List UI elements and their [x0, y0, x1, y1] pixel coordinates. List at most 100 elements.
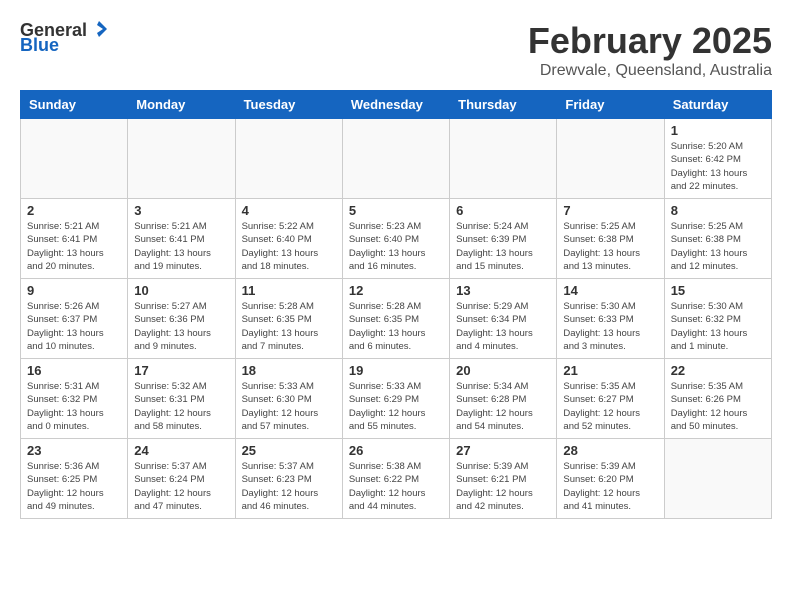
day-number: 10	[134, 283, 228, 298]
day-info: Sunrise: 5:38 AMSunset: 6:22 PMDaylight:…	[349, 460, 443, 513]
calendar-cell: 7 Sunrise: 5:25 AMSunset: 6:38 PMDaylight…	[557, 199, 664, 279]
day-info: Sunrise: 5:25 AMSunset: 6:38 PMDaylight:…	[671, 220, 765, 273]
calendar-cell: 27 Sunrise: 5:39 AMSunset: 6:21 PMDayligh…	[450, 439, 557, 519]
day-number: 22	[671, 363, 765, 378]
calendar-table: SundayMondayTuesdayWednesdayThursdayFrid…	[20, 90, 772, 519]
calendar-title: February 2025	[528, 20, 772, 62]
day-number: 11	[242, 283, 336, 298]
day-number: 20	[456, 363, 550, 378]
calendar-cell: 17 Sunrise: 5:32 AMSunset: 6:31 PMDayligh…	[128, 359, 235, 439]
calendar-cell: 14Sunrise: 5:30 AMSunset: 6:33 PMDayligh…	[557, 279, 664, 359]
day-number: 9	[27, 283, 121, 298]
calendar-cell: 1Sunrise: 5:20 AMSunset: 6:42 PMDaylight…	[664, 119, 771, 199]
day-number: 13	[456, 283, 550, 298]
calendar-cell: 8 Sunrise: 5:25 AMSunset: 6:38 PMDaylight…	[664, 199, 771, 279]
calendar-week-1: 2 Sunrise: 5:21 AMSunset: 6:41 PMDaylight…	[21, 199, 772, 279]
day-info: Sunrise: 5:24 AMSunset: 6:39 PMDaylight:…	[456, 220, 550, 273]
day-info: Sunrise: 5:29 AMSunset: 6:34 PMDaylight:…	[456, 300, 550, 353]
weekday-header-row: SundayMondayTuesdayWednesdayThursdayFrid…	[21, 91, 772, 119]
calendar-cell: 9 Sunrise: 5:26 AMSunset: 6:37 PMDaylight…	[21, 279, 128, 359]
day-number: 1	[671, 123, 765, 138]
weekday-header-saturday: Saturday	[664, 91, 771, 119]
calendar-cell: 10 Sunrise: 5:27 AMSunset: 6:36 PMDayligh…	[128, 279, 235, 359]
day-number: 19	[349, 363, 443, 378]
page-header: General Blue February 2025 Drewvale, Que…	[20, 20, 772, 80]
calendar-cell: 11 Sunrise: 5:28 AMSunset: 6:35 PMDayligh…	[235, 279, 342, 359]
logo-blue-text: Blue	[20, 35, 59, 56]
day-info: Sunrise: 5:39 AMSunset: 6:21 PMDaylight:…	[456, 460, 550, 513]
day-info: Sunrise: 5:21 AMSunset: 6:41 PMDaylight:…	[134, 220, 228, 273]
day-info: Sunrise: 5:30 AMSunset: 6:32 PMDaylight:…	[671, 300, 765, 353]
calendar-cell: 21 Sunrise: 5:35 AMSunset: 6:27 PMDayligh…	[557, 359, 664, 439]
day-info: Sunrise: 5:35 AMSunset: 6:27 PMDaylight:…	[563, 380, 657, 433]
day-number: 7	[563, 203, 657, 218]
weekday-header-thursday: Thursday	[450, 91, 557, 119]
calendar-cell: 18 Sunrise: 5:33 AMSunset: 6:30 PMDayligh…	[235, 359, 342, 439]
logo: General Blue	[20, 20, 109, 56]
calendar-cell: 28Sunrise: 5:39 AMSunset: 6:20 PMDayligh…	[557, 439, 664, 519]
calendar-cell: 16Sunrise: 5:31 AMSunset: 6:32 PMDayligh…	[21, 359, 128, 439]
calendar-cell	[21, 119, 128, 199]
day-number: 15	[671, 283, 765, 298]
weekday-header-wednesday: Wednesday	[342, 91, 449, 119]
day-info: Sunrise: 5:30 AMSunset: 6:33 PMDaylight:…	[563, 300, 657, 353]
day-info: Sunrise: 5:33 AMSunset: 6:30 PMDaylight:…	[242, 380, 336, 433]
day-info: Sunrise: 5:37 AMSunset: 6:23 PMDaylight:…	[242, 460, 336, 513]
day-info: Sunrise: 5:26 AMSunset: 6:37 PMDaylight:…	[27, 300, 121, 353]
day-info: Sunrise: 5:27 AMSunset: 6:36 PMDaylight:…	[134, 300, 228, 353]
calendar-week-3: 16Sunrise: 5:31 AMSunset: 6:32 PMDayligh…	[21, 359, 772, 439]
calendar-week-0: 1Sunrise: 5:20 AMSunset: 6:42 PMDaylight…	[21, 119, 772, 199]
day-number: 6	[456, 203, 550, 218]
weekday-header-tuesday: Tuesday	[235, 91, 342, 119]
day-number: 8	[671, 203, 765, 218]
day-number: 2	[27, 203, 121, 218]
day-number: 17	[134, 363, 228, 378]
day-number: 16	[27, 363, 121, 378]
day-number: 18	[242, 363, 336, 378]
calendar-cell	[235, 119, 342, 199]
day-number: 27	[456, 443, 550, 458]
calendar-cell: 23 Sunrise: 5:36 AMSunset: 6:25 PMDayligh…	[21, 439, 128, 519]
calendar-subtitle: Drewvale, Queensland, Australia	[528, 62, 772, 80]
title-section: February 2025 Drewvale, Queensland, Aust…	[528, 20, 772, 80]
calendar-cell: 3 Sunrise: 5:21 AMSunset: 6:41 PMDaylight…	[128, 199, 235, 279]
day-number: 5	[349, 203, 443, 218]
calendar-cell: 19 Sunrise: 5:33 AMSunset: 6:29 PMDayligh…	[342, 359, 449, 439]
day-info: Sunrise: 5:36 AMSunset: 6:25 PMDaylight:…	[27, 460, 121, 513]
day-number: 28	[563, 443, 657, 458]
day-number: 4	[242, 203, 336, 218]
calendar-cell	[557, 119, 664, 199]
day-number: 3	[134, 203, 228, 218]
calendar-cell: 2 Sunrise: 5:21 AMSunset: 6:41 PMDaylight…	[21, 199, 128, 279]
day-number: 25	[242, 443, 336, 458]
day-info: Sunrise: 5:33 AMSunset: 6:29 PMDaylight:…	[349, 380, 443, 433]
calendar-cell: 20 Sunrise: 5:34 AMSunset: 6:28 PMDayligh…	[450, 359, 557, 439]
day-info: Sunrise: 5:34 AMSunset: 6:28 PMDaylight:…	[456, 380, 550, 433]
day-info: Sunrise: 5:35 AMSunset: 6:26 PMDaylight:…	[671, 380, 765, 433]
calendar-cell: 24Sunrise: 5:37 AMSunset: 6:24 PMDayligh…	[128, 439, 235, 519]
calendar-cell: 22 Sunrise: 5:35 AMSunset: 6:26 PMDayligh…	[664, 359, 771, 439]
day-number: 23	[27, 443, 121, 458]
day-info: Sunrise: 5:37 AMSunset: 6:24 PMDaylight:…	[134, 460, 228, 513]
day-number: 12	[349, 283, 443, 298]
day-number: 21	[563, 363, 657, 378]
day-info: Sunrise: 5:23 AMSunset: 6:40 PMDaylight:…	[349, 220, 443, 273]
calendar-cell: 6 Sunrise: 5:24 AMSunset: 6:39 PMDaylight…	[450, 199, 557, 279]
day-info: Sunrise: 5:22 AMSunset: 6:40 PMDaylight:…	[242, 220, 336, 273]
calendar-cell: 4 Sunrise: 5:22 AMSunset: 6:40 PMDaylight…	[235, 199, 342, 279]
logo-icon	[89, 19, 109, 39]
day-info: Sunrise: 5:32 AMSunset: 6:31 PMDaylight:…	[134, 380, 228, 433]
calendar-week-2: 9 Sunrise: 5:26 AMSunset: 6:37 PMDaylight…	[21, 279, 772, 359]
calendar-cell: 25 Sunrise: 5:37 AMSunset: 6:23 PMDayligh…	[235, 439, 342, 519]
calendar-week-4: 23 Sunrise: 5:36 AMSunset: 6:25 PMDayligh…	[21, 439, 772, 519]
day-info: Sunrise: 5:28 AMSunset: 6:35 PMDaylight:…	[242, 300, 336, 353]
calendar-cell	[450, 119, 557, 199]
calendar-cell	[664, 439, 771, 519]
day-info: Sunrise: 5:25 AMSunset: 6:38 PMDaylight:…	[563, 220, 657, 273]
day-info: Sunrise: 5:21 AMSunset: 6:41 PMDaylight:…	[27, 220, 121, 273]
calendar-cell: 26Sunrise: 5:38 AMSunset: 6:22 PMDayligh…	[342, 439, 449, 519]
weekday-header-monday: Monday	[128, 91, 235, 119]
calendar-cell: 12 Sunrise: 5:28 AMSunset: 6:35 PMDayligh…	[342, 279, 449, 359]
day-info: Sunrise: 5:28 AMSunset: 6:35 PMDaylight:…	[349, 300, 443, 353]
weekday-header-sunday: Sunday	[21, 91, 128, 119]
